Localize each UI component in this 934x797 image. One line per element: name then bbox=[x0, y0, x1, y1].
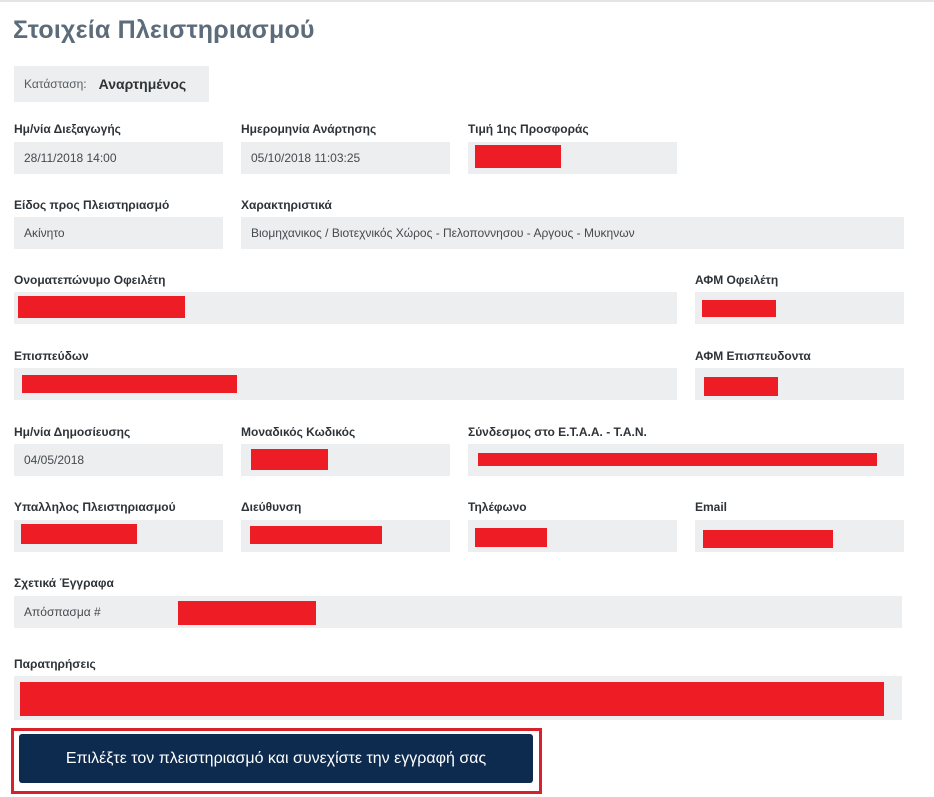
documents-field: Απόσπασμα # bbox=[14, 596, 902, 628]
auction-date-value: 28/11/2018 14:00 bbox=[24, 151, 117, 165]
item-type-label: Είδος προς Πλειστηριασμό bbox=[14, 198, 170, 212]
debtor-name-label: Ονοματεπώνυμο Οφειλέτη bbox=[14, 273, 166, 287]
top-divider bbox=[0, 0, 934, 2]
address-label: Διεύθυνση bbox=[241, 500, 302, 514]
characteristics-field: Βιομηχανικος / Βιοτεχνικός Χώρος - Πελοπ… bbox=[241, 217, 904, 249]
item-type-value: Ακίνητο bbox=[24, 226, 65, 240]
status-value: Αναρτημένος bbox=[98, 76, 187, 92]
pursuer-label: Επισπεύδων bbox=[14, 349, 89, 363]
etaa-link-label: Σύνδεσμος στο Ε.Τ.Α.Α. - Τ.Α.Ν. bbox=[468, 425, 647, 439]
redaction-block bbox=[178, 601, 316, 625]
document-link[interactable]: Απόσπασμα # bbox=[24, 605, 101, 619]
redaction-block bbox=[703, 530, 833, 548]
documents-label: Σχετικά Έγγραφα bbox=[14, 576, 114, 590]
redaction-block bbox=[475, 528, 547, 547]
first-offer-price-label: Τιμή 1ης Προσφοράς bbox=[468, 122, 589, 136]
redaction-block bbox=[475, 145, 561, 168]
redaction-block bbox=[704, 377, 778, 396]
email-label: Email bbox=[695, 500, 728, 514]
posting-date-field: 05/10/2018 11:03:25 bbox=[241, 142, 450, 174]
redaction-block bbox=[18, 296, 185, 318]
redaction-block bbox=[20, 682, 884, 716]
remarks-label: Παρατηρήσεις bbox=[14, 657, 96, 671]
auction-date-label: Ημ/νία Διεξαγωγής bbox=[14, 122, 121, 136]
characteristics-label: Χαρακτηριστικά bbox=[241, 198, 332, 212]
auction-date-field: 28/11/2018 14:00 bbox=[14, 142, 223, 174]
redaction-block bbox=[251, 449, 328, 470]
status-box: Κατάσταση: Αναρτημένος bbox=[14, 66, 209, 102]
item-type-field: Ακίνητο bbox=[14, 217, 223, 249]
redaction-block bbox=[702, 300, 776, 317]
debtor-vat-label: ΑΦΜ Οφειλέτη bbox=[695, 273, 779, 287]
page-title: Στοιχεία Πλειστηριασμού bbox=[13, 16, 315, 44]
redaction-block bbox=[250, 526, 382, 544]
publication-date-label: Ημ/νία Δημοσίευσης bbox=[14, 425, 131, 439]
redaction-block bbox=[22, 375, 237, 393]
phone-label: Τηλέφωνο bbox=[468, 500, 527, 514]
publication-date-value: 04/05/2018 bbox=[24, 453, 85, 467]
auction-officer-label: Υπαλληλος Πλειστηριασμού bbox=[14, 500, 176, 514]
status-label: Κατάσταση: bbox=[24, 77, 87, 91]
posting-date-value: 05/10/2018 11:03:25 bbox=[251, 151, 361, 165]
posting-date-label: Ημερομηνία Ανάρτησης bbox=[241, 122, 377, 136]
redaction-block bbox=[478, 453, 877, 466]
select-auction-button[interactable]: Επιλέξτε τον πλειστηριασμό και συνεχίστε… bbox=[19, 734, 533, 783]
characteristics-value: Βιομηχανικος / Βιοτεχνικός Χώρος - Πελοπ… bbox=[251, 226, 635, 240]
pursuer-vat-label: ΑΦΜ Επισπευδοντα bbox=[695, 349, 811, 363]
unique-code-label: Μοναδικός Κωδικός bbox=[241, 425, 356, 439]
redaction-block bbox=[21, 524, 137, 544]
publication-date-field: 04/05/2018 bbox=[14, 444, 223, 476]
